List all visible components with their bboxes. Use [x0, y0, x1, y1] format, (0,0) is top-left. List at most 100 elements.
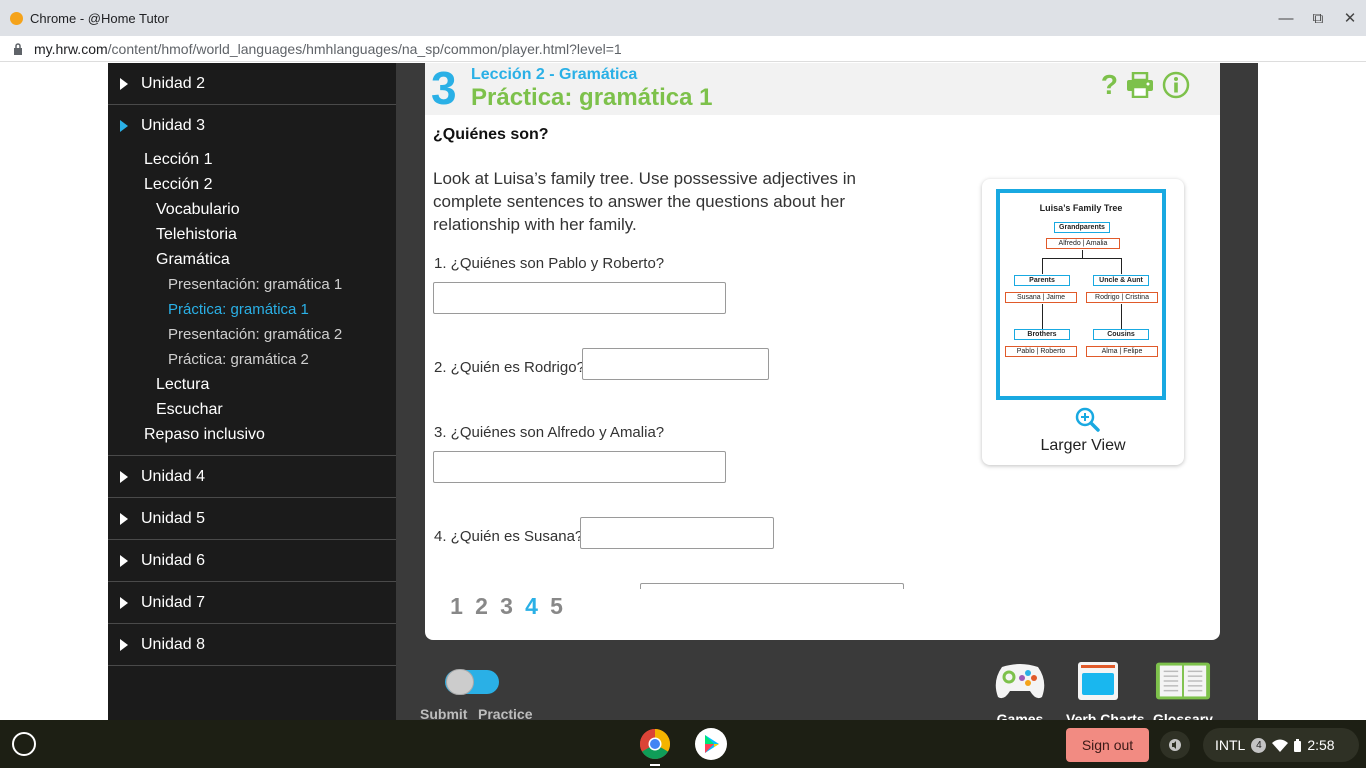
wifi-icon [1272, 739, 1289, 752]
tree-line [1121, 258, 1122, 274]
help-icon[interactable]: ? [1101, 69, 1118, 100]
close-icon[interactable]: ✕ [1334, 0, 1366, 36]
question-1-label: 1. ¿Quiénes son Pablo y Roberto? [434, 255, 665, 272]
chrome-icon[interactable] [639, 728, 671, 760]
sign-out-button[interactable]: Sign out [1066, 728, 1149, 762]
family-tree-title: Luisa’s Family Tree [1039, 203, 1123, 213]
course-sidebar: Unidad 2 Unidad 3 Lección 1 Lección 2 Vo… [108, 63, 396, 720]
submit-practice-toggle[interactable] [445, 669, 499, 695]
unit-number: 3 [431, 63, 457, 114]
question-pager: 1 2 3 4 5 [449, 593, 564, 620]
sidebar-item-repaso[interactable]: Repaso inclusivo [108, 422, 396, 447]
expand-triangle-icon [120, 512, 128, 525]
page-1-button[interactable]: 1 [449, 593, 464, 620]
sidebar-unit-8[interactable]: Unidad 8 [108, 624, 396, 666]
sidebar-unit-4[interactable]: Unidad 4 [108, 456, 396, 498]
tree-node-brother-names: Pablo | Roberto [1005, 346, 1077, 357]
page-3-button[interactable]: 3 [499, 593, 514, 620]
activity-subtitle: Lección 2 - Gramática [471, 66, 638, 83]
audio-status-icon[interactable] [1160, 731, 1190, 759]
url-host: my.hrw.com [34, 40, 108, 57]
expand-triangle-icon [120, 77, 128, 90]
expand-triangle-icon [120, 596, 128, 609]
sidebar-item-escuchar[interactable]: Escuchar [108, 397, 396, 422]
tree-line [1042, 258, 1122, 259]
verb-charts-button[interactable]: Verb Charts [1066, 661, 1145, 727]
sidebar-unit-3[interactable]: Unidad 3 [108, 105, 396, 147]
sidebar-unit-label: Unidad 4 [141, 467, 206, 485]
tree-node-uncle-aunt-names: Rodrigo | Cristina [1086, 292, 1158, 303]
sidebar-item-practica-1[interactable]: Práctica: gramática 1 [108, 297, 396, 322]
info-icon[interactable] [1162, 70, 1190, 100]
expand-triangle-icon [120, 554, 128, 567]
launcher-icon[interactable] [12, 732, 36, 756]
sidebar-unit-label: Unidad 3 [141, 117, 206, 134]
family-tree-panel[interactable]: Luisa’s Family Tree Grandparents Alfredo… [982, 179, 1184, 465]
window-title: Chrome - @Home Tutor [30, 10, 169, 26]
sidebar-unit-6[interactable]: Unidad 6 [108, 540, 396, 582]
activity-header: 3 Lección 2 - Gramática Práctica: gramát… [425, 63, 1220, 115]
page-5-button[interactable]: 5 [549, 593, 564, 620]
notification-count-badge: 4 [1251, 737, 1267, 753]
answer-5-input[interactable] [640, 583, 904, 589]
app-favicon-icon [10, 11, 23, 25]
gamepad-icon [992, 661, 1048, 701]
question-3-label: 3. ¿Quiénes son Alfredo y Amalia? [434, 424, 665, 441]
page-title: Práctica: gramática 1 [471, 84, 713, 111]
os-shelf: Sign out INTL 4 2:58 [0, 720, 1366, 768]
address-bar[interactable]: my.hrw.com/content/hmof/world_languages/… [0, 36, 1366, 62]
activity-title: ¿Quiénes son? [433, 126, 549, 143]
page-4-button[interactable]: 4 [524, 593, 539, 620]
expand-triangle-icon [120, 470, 128, 483]
larger-view-link[interactable]: Larger View [982, 437, 1184, 455]
glossary-button[interactable]: Glossary [1151, 661, 1215, 727]
tree-node-uncle-aunt: Uncle & Aunt [1093, 275, 1149, 286]
sidebar-item-telehistoria[interactable]: Telehistoria [108, 222, 396, 247]
question-2-label: 2. ¿Quién es Rodrigo? [434, 359, 585, 376]
question-4-label: 4. ¿Quién es Susana? [434, 528, 584, 545]
sidebar-unit-label: Unidad 7 [141, 593, 206, 611]
battery-icon [1294, 738, 1302, 752]
sidebar-item-presentacion-2[interactable]: Presentación: gramática 2 [108, 322, 396, 347]
sidebar-unit-2[interactable]: Unidad 2 [108, 63, 396, 105]
page-2-button[interactable]: 2 [474, 593, 489, 620]
tree-node-parent-names: Susana | Jaime [1005, 292, 1077, 303]
page-viewport: Unidad 2 Unidad 3 Lección 1 Lección 2 Vo… [0, 63, 1366, 727]
play-store-icon[interactable] [695, 728, 727, 760]
tree-line [1042, 258, 1043, 274]
url-text[interactable]: my.hrw.com/content/hmof/world_languages/… [34, 41, 622, 57]
active-app-indicator [650, 764, 660, 766]
tree-line [1121, 304, 1122, 329]
maximize-icon[interactable]: ⧉ [1302, 0, 1334, 36]
tree-node-brothers: Brothers [1014, 329, 1070, 340]
sidebar-unit-5[interactable]: Unidad 5 [108, 498, 396, 540]
sidebar-unit-label: Unidad 8 [141, 635, 206, 653]
answer-2-input[interactable] [582, 348, 769, 380]
print-icon[interactable] [1126, 70, 1154, 100]
system-tray[interactable]: INTL 4 2:58 [1203, 728, 1359, 762]
zoom-in-icon[interactable] [1073, 407, 1103, 433]
tree-node-grandparent-names: Alfredo | Amalia [1046, 238, 1120, 249]
sidebar-item-practica-2[interactable]: Práctica: gramática 2 [108, 347, 396, 372]
sidebar-item-lectura[interactable]: Lectura [108, 372, 396, 397]
window-titlebar: Chrome - @Home Tutor — ⧉ ✕ [0, 0, 1366, 36]
games-button[interactable]: Games [988, 661, 1052, 727]
tree-node-cousins: Cousins [1093, 329, 1149, 340]
sidebar-item-leccion-1[interactable]: Lección 1 [108, 147, 396, 172]
answer-4-input[interactable] [580, 517, 774, 549]
sidebar-item-leccion-2[interactable]: Lección 2 [108, 172, 396, 197]
tree-node-cousin-names: Alma | Felipe [1086, 346, 1158, 357]
expand-triangle-icon [120, 638, 128, 651]
sidebar-item-presentacion-1[interactable]: Presentación: gramática 1 [108, 272, 396, 297]
sidebar-item-vocabulario[interactable]: Vocabulario [108, 197, 396, 222]
minimize-icon[interactable]: — [1270, 0, 1302, 36]
toggle-knob[interactable] [446, 669, 474, 695]
sidebar-unit-7[interactable]: Unidad 7 [108, 582, 396, 624]
url-path: /content/hmof/world_languages/hmhlanguag… [107, 40, 622, 57]
answer-3-input[interactable] [433, 451, 726, 483]
answer-1-input[interactable] [433, 282, 726, 314]
family-tree-image[interactable]: Luisa’s Family Tree Grandparents Alfredo… [996, 189, 1166, 400]
tree-line [1082, 250, 1083, 258]
activity-card: 3 Lección 2 - Gramática Práctica: gramát… [425, 63, 1220, 640]
sidebar-item-gramatica[interactable]: Gramática [108, 247, 396, 272]
